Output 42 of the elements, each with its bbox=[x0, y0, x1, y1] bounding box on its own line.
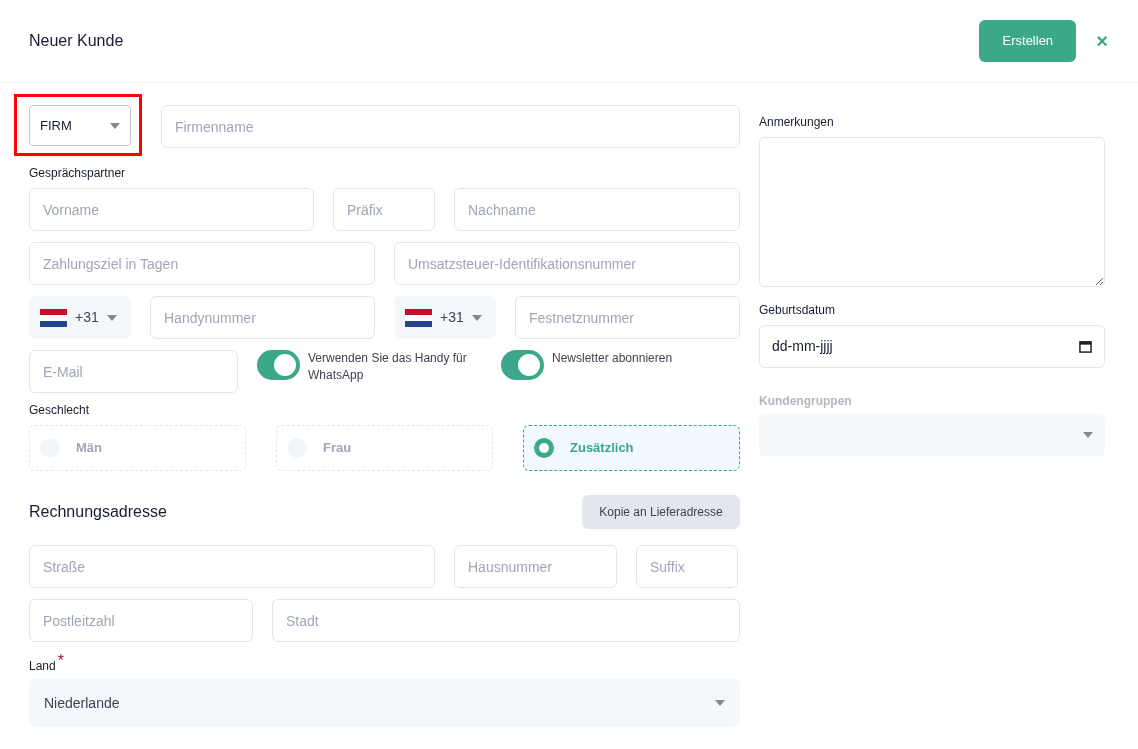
address-field[interactable]: Suffix bbox=[636, 545, 738, 588]
flag-icon bbox=[405, 308, 432, 327]
address-field[interactable]: Postleitzahl bbox=[29, 599, 253, 642]
dialog-title: Neuer Kunde bbox=[29, 31, 124, 51]
field-label: Geburtsdatum bbox=[759, 301, 837, 319]
caret-icon bbox=[106, 314, 117, 321]
name-field[interactable]: Präfix bbox=[333, 188, 435, 231]
caret-icon bbox=[110, 122, 120, 129]
section-label: Gesprächspartner bbox=[29, 165, 127, 182]
flag-icon bbox=[40, 308, 67, 327]
required-mark: * bbox=[57, 653, 64, 669]
name-field[interactable]: Nachname bbox=[454, 188, 740, 231]
toggle-label: Newsletter abonnieren bbox=[552, 350, 674, 367]
toggle-label: Verwenden Sie das Handy für WhatsApp bbox=[308, 350, 468, 385]
phone-field[interactable]: Festnetznummer bbox=[515, 296, 740, 339]
vat-id-field[interactable]: Umsatzsteuer-Identifikationsnummer bbox=[394, 242, 740, 285]
date-field[interactable]: dd-mm-jjjj bbox=[759, 324, 1105, 368]
country-code-select[interactable]: +31 bbox=[394, 296, 496, 339]
address-field[interactable]: Stadt bbox=[272, 599, 740, 642]
field-label: Kundengruppen bbox=[759, 392, 853, 410]
country-select[interactable]: Niederlande bbox=[29, 679, 740, 727]
field-label: Land bbox=[29, 658, 56, 675]
email-field[interactable]: E-Mail bbox=[29, 350, 238, 393]
caret-icon bbox=[1083, 431, 1093, 438]
customer-type-select[interactable]: FIRM bbox=[29, 105, 131, 146]
field-label: Anmerkungen bbox=[759, 114, 835, 131]
section-label: Geschlecht bbox=[29, 402, 91, 419]
notes-field[interactable] bbox=[759, 137, 1105, 287]
payment-term-field[interactable]: Zahlungsziel in Tagen bbox=[29, 242, 375, 285]
copy-address-button[interactable]: Kopie an Lieferadresse bbox=[582, 495, 740, 529]
country-code-select[interactable]: +31 bbox=[29, 296, 131, 339]
phone-field[interactable]: Handynummer bbox=[150, 296, 375, 339]
address-field[interactable]: Straße bbox=[29, 545, 435, 588]
toggle-switch[interactable] bbox=[501, 350, 544, 380]
toggle-switch[interactable] bbox=[257, 350, 300, 380]
company-name-field[interactable]: Firmenname bbox=[161, 105, 740, 148]
address-field[interactable]: Hausnummer bbox=[454, 545, 617, 588]
caret-icon bbox=[715, 700, 725, 706]
name-field[interactable]: Vorname bbox=[29, 188, 314, 231]
caret-icon bbox=[471, 314, 482, 321]
calendar-icon[interactable] bbox=[1079, 339, 1092, 353]
section-title: Rechnungsadresse bbox=[29, 502, 167, 522]
